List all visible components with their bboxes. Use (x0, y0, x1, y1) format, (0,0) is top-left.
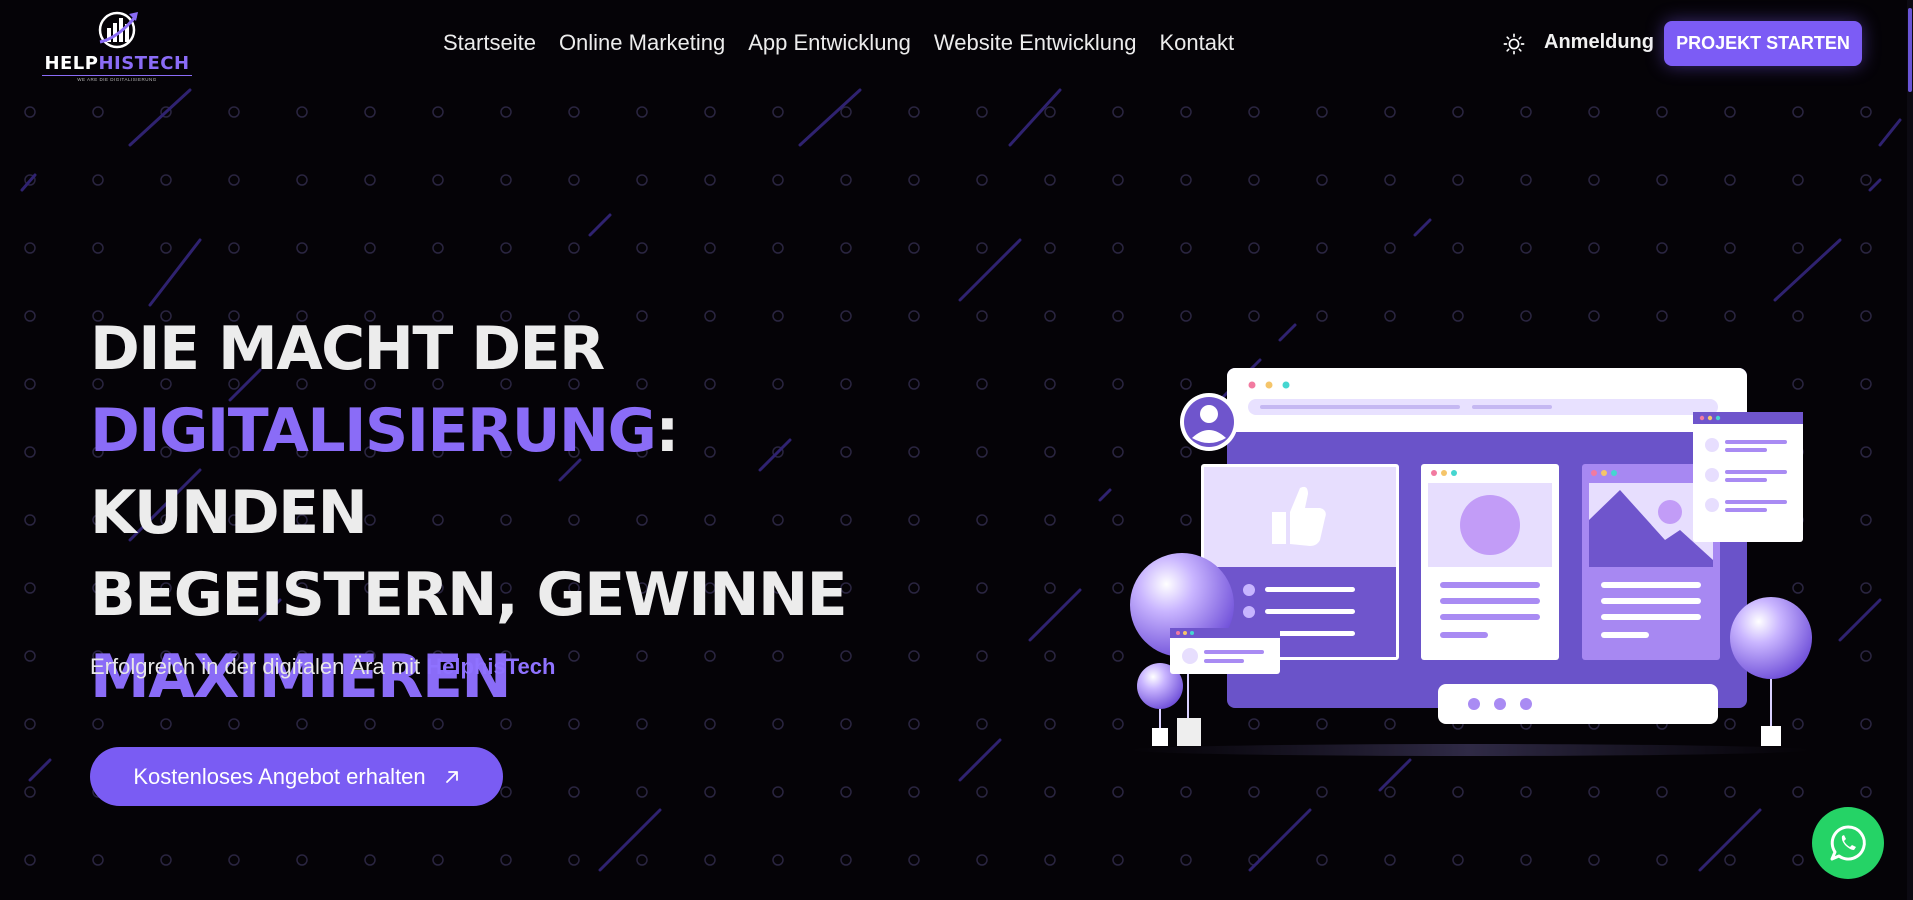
nav-item-online-marketing[interactable]: Online Marketing (559, 30, 725, 56)
logo-wordmark: HELPHISTECH (44, 53, 190, 74)
website-dashboard-illustration (1130, 368, 1812, 756)
nav-item-startseite[interactable]: Startseite (443, 30, 536, 56)
site-header: HELPHISTECH WE ARE DIE DIGITALISIERUNG S… (0, 0, 1913, 90)
free-quote-button[interactable]: Kostenloses Angebot erhalten (90, 747, 503, 806)
hero-title-line3: BEGEISTERN, GEWINNE (90, 560, 848, 630)
login-link[interactable]: Anmeldung (1544, 31, 1654, 54)
nav-item-app-entwicklung[interactable]: App Entwicklung (748, 30, 911, 56)
hero-title-line1: DIE MACHT DER (90, 314, 605, 384)
hero-title-accent-digitalisierung: DIGITALISIERUNG (90, 396, 657, 466)
nav-item-website-entwicklung[interactable]: Website Entwicklung (934, 30, 1137, 56)
arrow-up-right-icon (445, 770, 458, 783)
free-quote-button-label: Kostenloses Angebot erhalten (133, 763, 426, 789)
hero-subtitle: Erfolgreich in der digitalen Ära mit Hel… (90, 654, 555, 680)
scrollbar-thumb[interactable] (1908, 8, 1912, 92)
hero-subtitle-text: Erfolgreich in der digitalen Ära mit (90, 654, 421, 679)
sun-icon[interactable] (1503, 33, 1525, 55)
whatsapp-button[interactable] (1812, 807, 1884, 879)
scrollbar-track[interactable] (1907, 0, 1913, 900)
nav-item-kontakt[interactable]: Kontakt (1159, 30, 1234, 56)
logo[interactable]: HELPHISTECH WE ARE DIE DIGITALISIERUNG (42, 8, 192, 84)
logo-tagline: WE ARE DIE DIGITALISIERUNG (42, 75, 192, 82)
start-project-button[interactable]: PROJEKT STARTEN (1664, 21, 1862, 66)
chart-growth-logo-icon (98, 11, 138, 49)
hero-subtitle-brand: HelphisTech (426, 654, 556, 679)
main-nav: Startseite Online Marketing App Entwickl… (443, 30, 1234, 56)
whatsapp-icon (1830, 825, 1866, 861)
